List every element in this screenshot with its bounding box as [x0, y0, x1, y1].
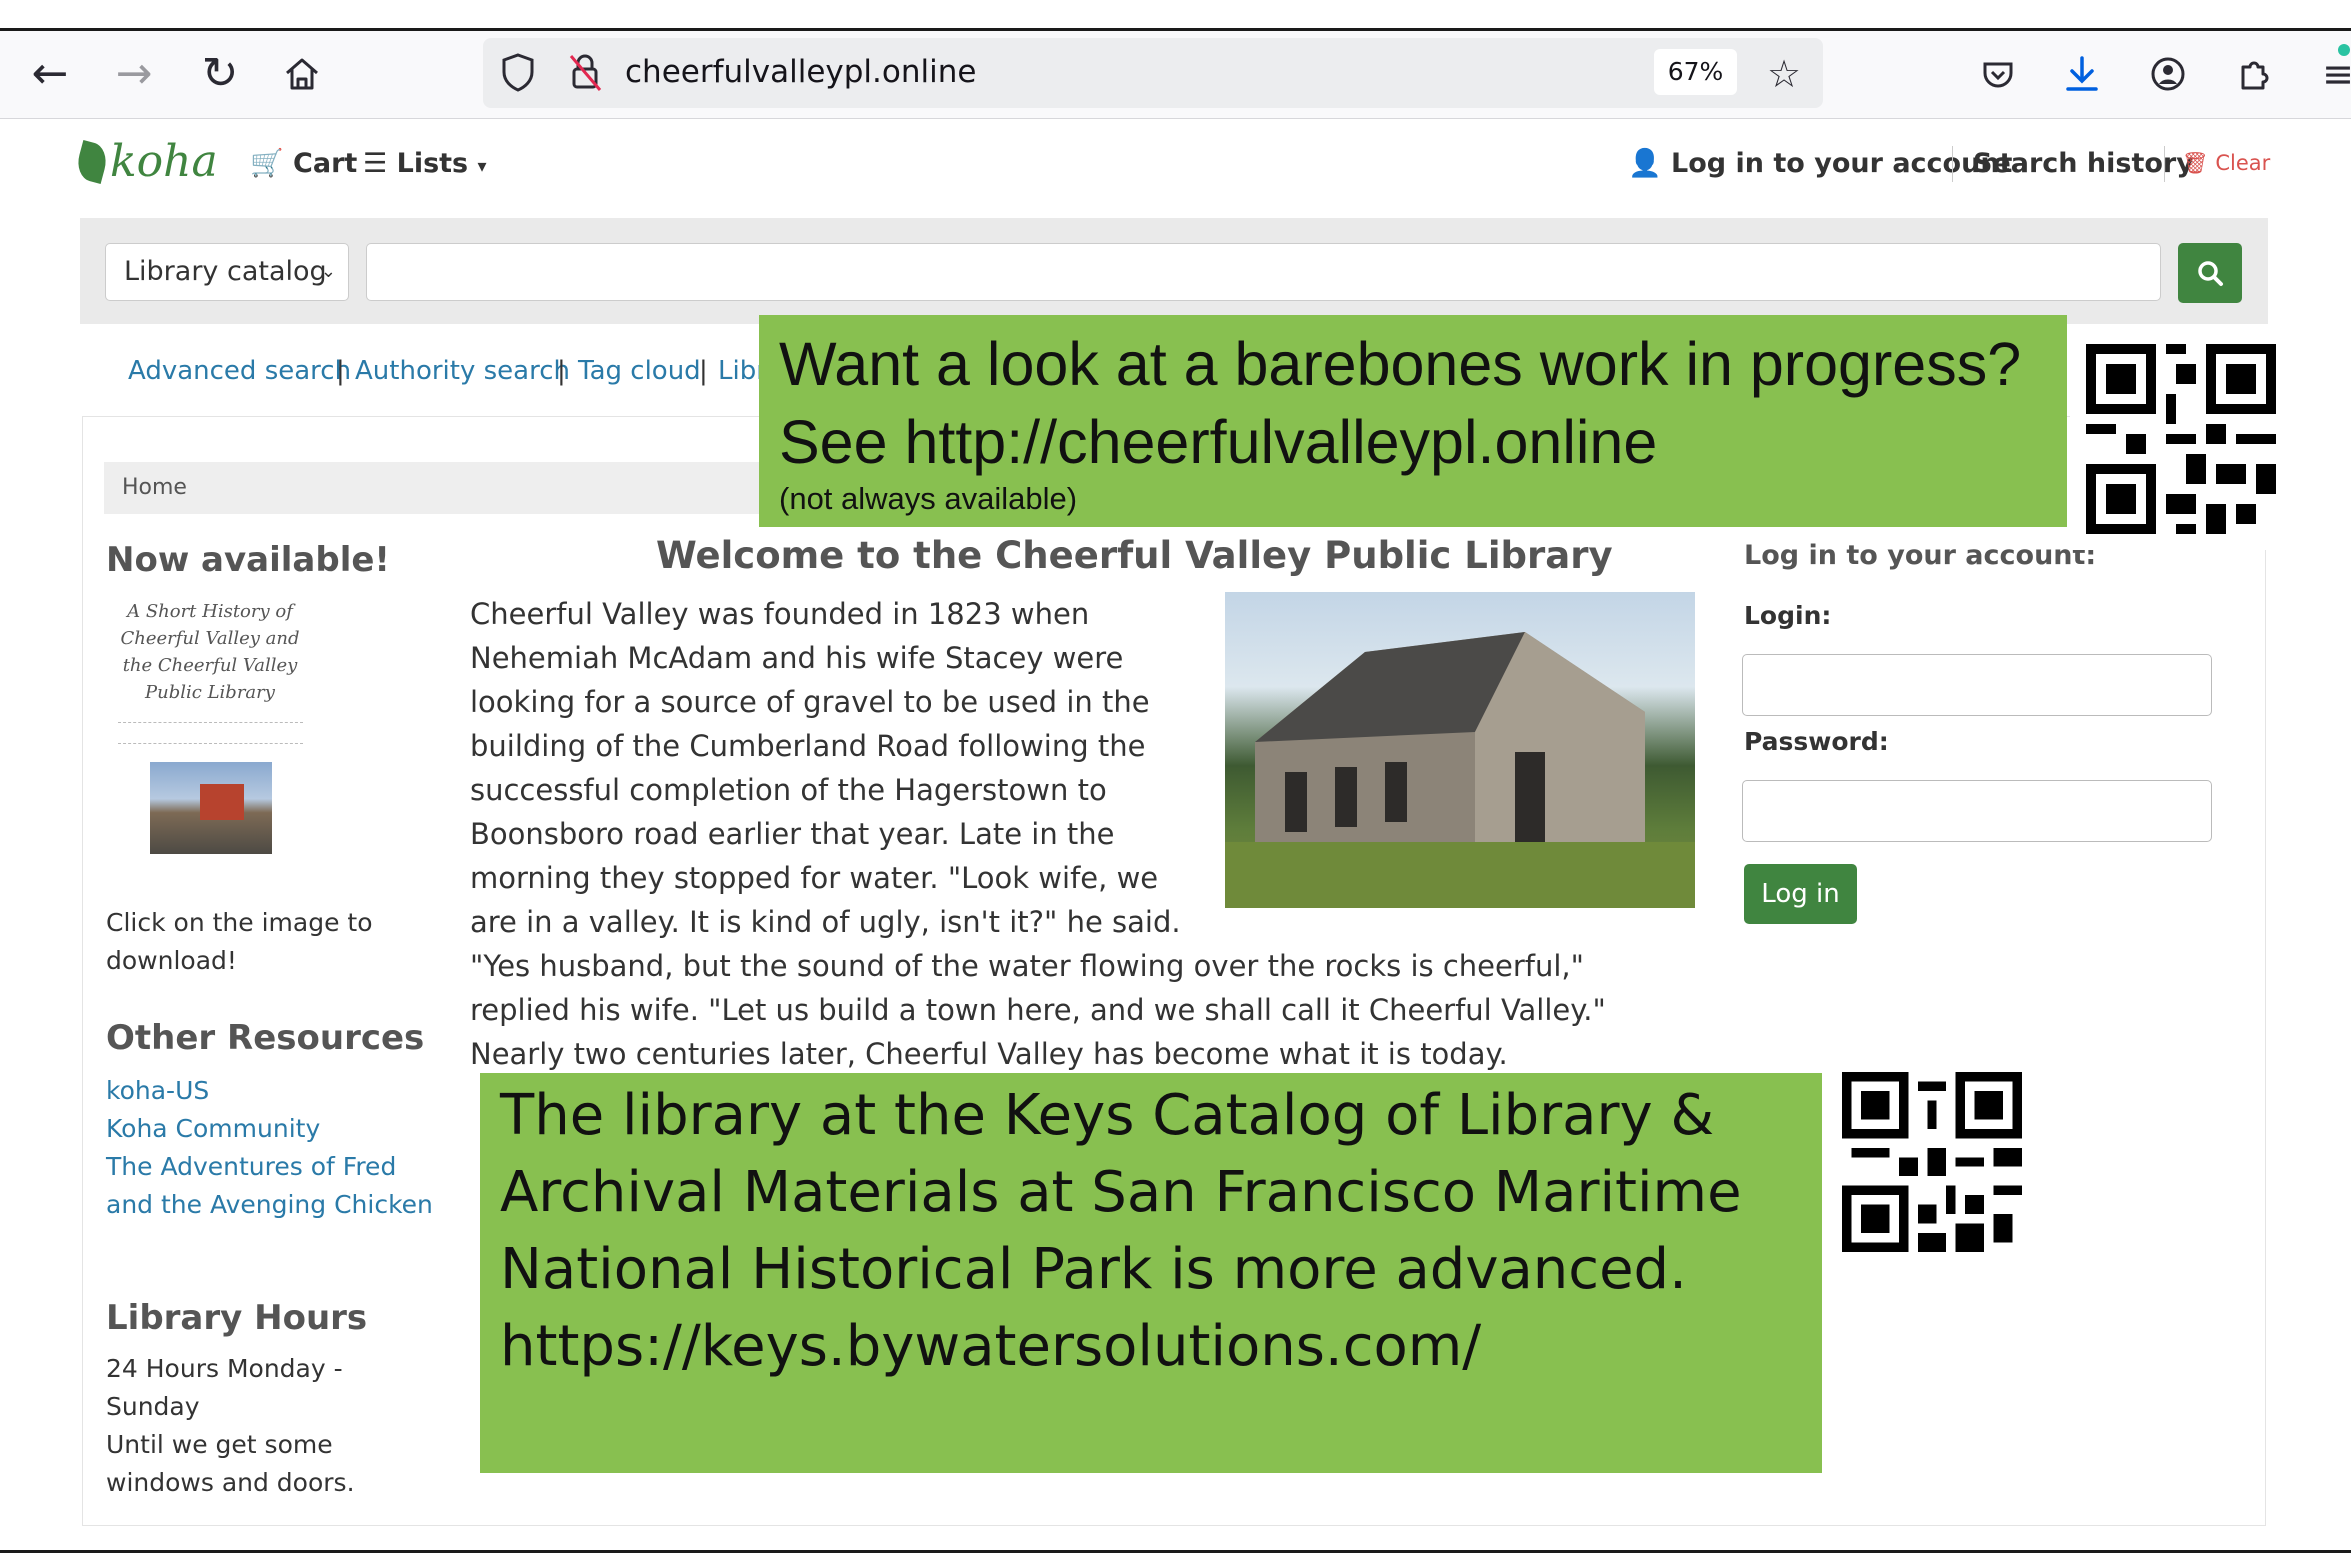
login-link[interactable]: 👤 Log in to your account	[1628, 146, 2012, 182]
catalog-select-value: Library catalog	[124, 256, 327, 287]
authority-search-link[interactable]: Authority search	[355, 353, 570, 389]
callout-keys-catalog-text: The library at the Keys Catalog of Libra…	[500, 1083, 1742, 1379]
cart-label: Cart	[293, 148, 358, 179]
resource-link-fred-chicken[interactable]: The Adventures of Fred and the Avenging …	[106, 1148, 436, 1224]
catalog-select[interactable]: Library catalog ⌄	[105, 243, 349, 301]
chevron-down-icon: ⌄	[320, 261, 336, 282]
header-divider	[1952, 146, 1953, 182]
clear-label: Clear	[2215, 151, 2271, 175]
lists-label: Lists	[396, 148, 469, 179]
header-divider	[2164, 146, 2165, 182]
password-label: Password:	[1744, 727, 1889, 756]
qr-code-icon	[2086, 344, 2276, 534]
qr-code-top	[2070, 328, 2292, 550]
caret-down-icon: ▾	[477, 156, 487, 177]
pocket-icon[interactable]	[1970, 46, 2026, 102]
no-lock-icon[interactable]	[563, 50, 607, 98]
bottom-border	[0, 1550, 2351, 1553]
library-hours-note: Until we get some windows and doors.	[106, 1430, 355, 1497]
trash-icon: 🗑	[2182, 151, 2209, 175]
shield-icon[interactable]	[496, 50, 540, 98]
now-available-heading: Now available!	[106, 540, 390, 580]
qr-code-icon	[1842, 1072, 2022, 1252]
barn-photo	[1225, 592, 1695, 908]
url-text[interactable]: cheerfulvalleypl.online	[625, 52, 976, 92]
book-cover-title[interactable]: A Short History of Cheerful Valley and t…	[120, 598, 300, 706]
callout-keys-catalog: The library at the Keys Catalog of Libra…	[480, 1073, 1822, 1473]
home-icon[interactable]	[272, 46, 332, 102]
library-hours-text: 24 Hours Monday - Sunday	[106, 1354, 343, 1421]
other-resources-heading: Other Resources	[106, 1018, 425, 1058]
link-separator: |	[557, 356, 566, 386]
login-input[interactable]	[1742, 654, 2212, 716]
login-link-label: Log in to your account	[1671, 148, 2013, 179]
welcome-heading: Welcome to the Cheerful Valley Public Li…	[656, 534, 1613, 577]
list-icon: ☰	[363, 148, 388, 179]
clear-history-link[interactable]: 🗑 Clear	[2182, 148, 2270, 178]
link-separator: |	[336, 356, 345, 386]
account-icon[interactable]	[2140, 46, 2196, 102]
callout-availability-note: (not always available)	[779, 481, 1078, 516]
book-cover-photo[interactable]	[150, 762, 272, 854]
cart-icon: 🛒	[250, 148, 284, 179]
search-button[interactable]	[2178, 243, 2242, 303]
advanced-search-link[interactable]: Advanced search	[128, 353, 351, 389]
download-icon[interactable]	[2054, 46, 2110, 102]
library-hours-heading: Library Hours	[106, 1298, 368, 1338]
update-dot	[2338, 44, 2350, 56]
link-separator: |	[699, 356, 708, 386]
resource-link-koha-community[interactable]: Koha Community	[106, 1110, 320, 1148]
search-input[interactable]	[366, 243, 2161, 301]
zoom-level[interactable]: 67%	[1654, 49, 1737, 95]
star-icon[interactable]: ☆	[1756, 46, 1812, 102]
koha-leaf-icon	[73, 140, 111, 184]
callout-work-in-progress: Want a look at a barebones work in progr…	[759, 315, 2067, 527]
password-input[interactable]	[1742, 780, 2212, 842]
search-history-link[interactable]: Search history	[1973, 146, 2194, 182]
login-label: Login:	[1744, 601, 1832, 630]
callout-work-in-progress-text: Want a look at a barebones work in progr…	[779, 330, 2022, 476]
download-instruction: Click on the image to download!	[106, 908, 373, 975]
back-arrow-icon[interactable]: ←	[20, 46, 80, 102]
user-icon: 👤	[1628, 148, 1662, 179]
reload-icon[interactable]: ↻	[190, 46, 250, 102]
lists-button[interactable]: ☰ Lists ▾	[363, 146, 487, 185]
qr-code-bottom	[1842, 1072, 2022, 1252]
tag-cloud-link[interactable]: Tag cloud	[578, 353, 701, 389]
search-icon	[2198, 261, 2223, 286]
extensions-icon[interactable]	[2226, 46, 2282, 102]
book-cover-fineprint	[118, 722, 303, 744]
resource-link-koha-us[interactable]: koha-US	[106, 1072, 209, 1110]
cart-button[interactable]: 🛒 Cart	[250, 146, 357, 182]
login-panel-heading: Log in to your account:	[1744, 540, 2097, 571]
koha-logo[interactable]: koha	[110, 136, 218, 187]
forward-arrow-icon[interactable]: →	[104, 46, 164, 102]
login-button[interactable]: Log in	[1744, 864, 1857, 924]
